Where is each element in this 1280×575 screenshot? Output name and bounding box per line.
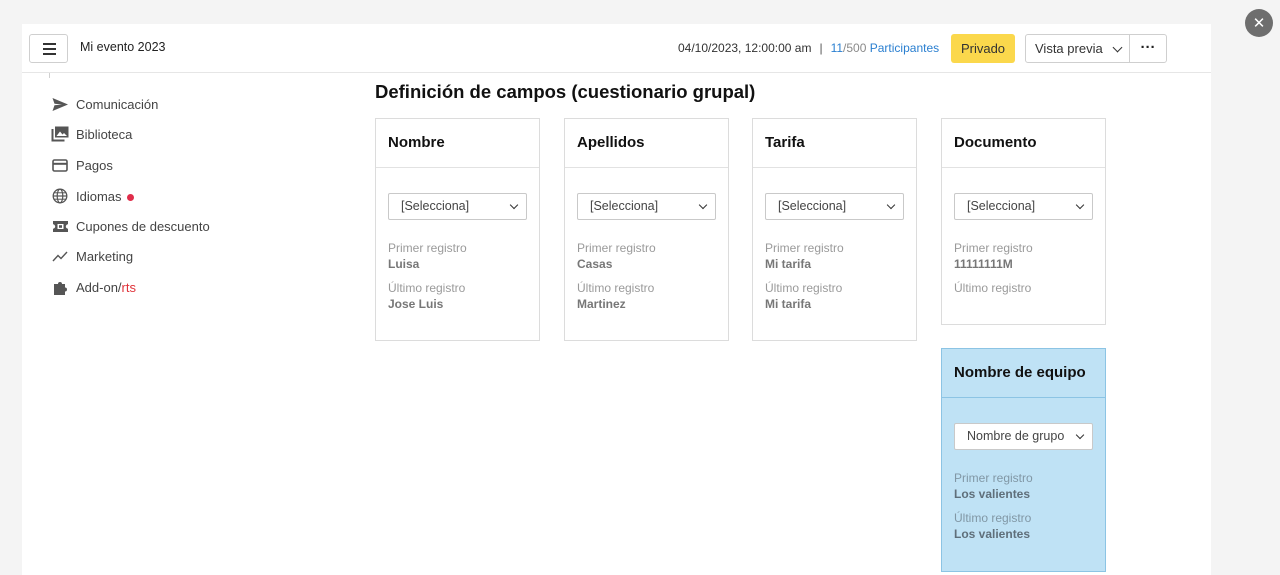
last-record-value: Jose Luis <box>388 297 444 311</box>
participants-link[interactable]: Participantes <box>870 41 939 55</box>
first-record-value: Casas <box>577 257 613 271</box>
card-title: Apellidos <box>565 119 728 168</box>
field-mapping-select[interactable]: [Selecciona] <box>388 193 527 220</box>
sidebar-item-addons[interactable]: Add-on/rts <box>51 276 136 298</box>
preview-dropdown-button[interactable]: Vista previa <box>1025 34 1130 63</box>
card-title: Tarifa <box>753 119 916 168</box>
puzzle-icon <box>51 278 69 296</box>
privacy-status-button[interactable]: Privado <box>951 34 1015 63</box>
last-record-label: Último registro <box>954 511 1032 525</box>
sidebar-item-cupones[interactable]: Cupones de descuento <box>51 215 210 237</box>
first-record-value: Luisa <box>388 257 420 271</box>
first-record-value: 11111111M <box>954 257 1013 271</box>
chevron-down-icon <box>698 200 708 210</box>
field-card-tarifa: Tarifa [Selecciona] Primer registro Mi t… <box>752 118 917 341</box>
card-title: Documento <box>942 119 1105 168</box>
field-card-nombre: Nombre [Selecciona] Primer registro Luis… <box>375 118 540 341</box>
field-mapping-select[interactable]: [Selecciona] <box>765 193 904 220</box>
last-record-value: Mi tarifa <box>765 297 812 311</box>
first-record-label: Primer registro <box>577 241 656 255</box>
last-record-label: Último registro <box>577 281 655 295</box>
field-card-documento: Documento [Selecciona] Primer registro 1… <box>941 118 1106 325</box>
sidebar-item-biblioteca[interactable]: Biblioteca <box>51 123 132 145</box>
sidebar-item-comunicacion[interactable]: Comunicación <box>51 93 158 115</box>
credit-card-icon <box>51 156 69 174</box>
first-record-value: Los valientes <box>954 487 1031 501</box>
menu-icon <box>43 43 56 45</box>
sidebar-nav: Comunicación Biblioteca Pagos Idiomas Cu… <box>22 73 352 575</box>
chevron-down-icon <box>886 200 896 210</box>
sidebar-item-idiomas[interactable]: Idiomas <box>51 185 134 207</box>
app-frame: Mi evento 2023 04/10/2023, 12:00:00 am | 1… <box>22 24 1211 575</box>
close-overlay-button[interactable]: ✕ <box>1245 9 1273 37</box>
photo-library-icon <box>51 125 69 143</box>
sidebar-item-pagos[interactable]: Pagos <box>51 154 113 176</box>
first-record-label: Primer registro <box>765 241 844 255</box>
last-record-value: Martinez <box>577 297 626 311</box>
trend-line-icon <box>51 247 69 265</box>
field-mapping-select[interactable]: [Selecciona] <box>954 193 1093 220</box>
last-record-value: Los valientes <box>954 527 1031 541</box>
participants-total: /500 <box>843 41 867 55</box>
field-card-apellidos: Apellidos [Selecciona] Primer registro C… <box>564 118 729 341</box>
first-record-label: Primer registro <box>954 471 1033 485</box>
field-card-nombre-equipo: Nombre de equipo Nombre de grupo Primer … <box>941 348 1106 572</box>
event-title: Mi evento 2023 <box>80 40 166 54</box>
chevron-down-icon <box>509 200 519 210</box>
top-bar: Mi evento 2023 04/10/2023, 12:00:00 am | 1… <box>22 24 1211 73</box>
hamburger-menu-button[interactable] <box>29 34 68 63</box>
last-record-label: Último registro <box>954 281 1032 295</box>
first-record-value: Mi tarifa <box>765 257 812 271</box>
globe-icon <box>51 187 69 205</box>
event-datetime: 04/10/2023, 12:00:00 am <box>678 41 812 55</box>
field-mapping-select[interactable]: [Selecciona] <box>577 193 716 220</box>
chevron-down-icon <box>1075 200 1085 210</box>
last-record-label: Último registro <box>765 281 843 295</box>
more-options-button[interactable]: ··· <box>1129 34 1167 63</box>
event-meta: 04/10/2023, 12:00:00 am | 11/500 Participa… <box>678 41 940 55</box>
sidebar-item-marketing[interactable]: Marketing <box>51 245 133 267</box>
chevron-down-icon <box>1112 42 1123 53</box>
alert-dot-icon <box>126 193 134 201</box>
last-record-label: Último registro <box>388 281 466 295</box>
send-icon <box>51 95 69 113</box>
participants-count[interactable]: 11 <box>831 41 843 55</box>
chevron-down-icon <box>1075 430 1085 440</box>
first-record-label: Primer registro <box>388 241 467 255</box>
page-title: Definición de campos (cuestionario grupa… <box>375 81 756 102</box>
card-title: Nombre <box>376 119 539 168</box>
first-record-label: Primer registro <box>954 241 1033 255</box>
card-title: Nombre de equipo <box>942 349 1105 398</box>
ticket-icon <box>51 217 69 235</box>
team-name-select[interactable]: Nombre de grupo <box>954 423 1093 450</box>
